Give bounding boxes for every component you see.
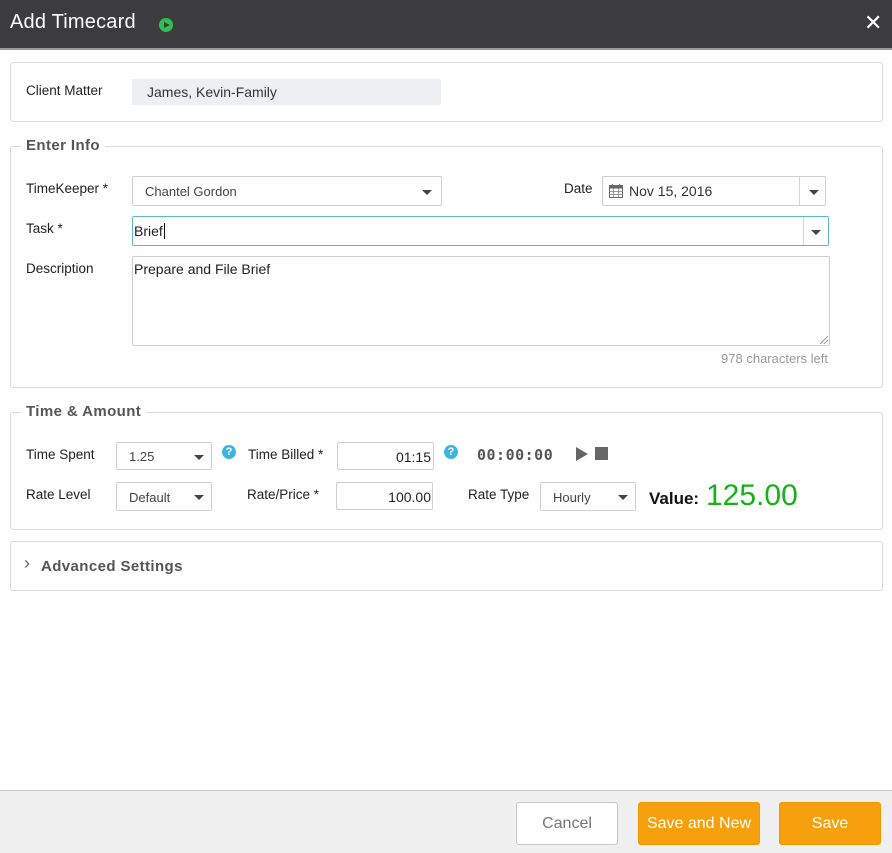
time-amount-panel: Time & Amount Time Spent 1.25 ? Time Bil… bbox=[10, 403, 883, 530]
close-icon[interactable]: ✕ bbox=[864, 12, 882, 34]
timer-display: 00:00:00 bbox=[477, 446, 554, 464]
value-amount: 125.00 bbox=[706, 479, 798, 512]
chevron-down-icon[interactable] bbox=[811, 230, 821, 235]
timer-stop-icon[interactable] bbox=[595, 447, 608, 460]
resize-handle-icon[interactable] bbox=[820, 336, 828, 344]
client-matter-panel: Client Matter James, Kevin-Family bbox=[10, 62, 883, 122]
characters-left: 978 characters left bbox=[721, 351, 828, 366]
rate-price-label: Rate/Price * bbox=[247, 487, 320, 502]
date-value: Nov 15, 2016 bbox=[629, 183, 713, 199]
rate-type-value: Hourly bbox=[553, 490, 591, 505]
save-button[interactable]: Save bbox=[779, 802, 881, 845]
rate-level-label: Rate Level bbox=[26, 487, 91, 502]
timekeeper-value: Chantel Gordon bbox=[145, 184, 237, 199]
time-amount-legend: Time & Amount bbox=[21, 403, 147, 420]
title-bar: Add Timecard ✕ bbox=[0, 0, 892, 50]
task-label: Task * bbox=[26, 221, 63, 236]
time-billed-input[interactable]: 01:15 bbox=[337, 442, 434, 470]
advanced-settings-toggle[interactable]: › Advanced Settings bbox=[10, 541, 883, 591]
text-cursor bbox=[164, 223, 165, 239]
time-spent-label: Time Spent bbox=[26, 447, 95, 462]
chevron-down-icon bbox=[422, 190, 432, 195]
rate-type-label: Rate Type bbox=[468, 487, 530, 502]
chevron-down-icon bbox=[194, 455, 204, 460]
description-value: Prepare and File Brief bbox=[134, 261, 271, 277]
enter-info-panel: Enter Info TimeKeeper * Chantel Gordon D… bbox=[10, 137, 883, 388]
dialog-title: Add Timecard bbox=[10, 11, 136, 33]
dialog-footer: Cancel Save and New Save bbox=[0, 790, 892, 853]
help-icon[interactable]: ? bbox=[222, 445, 236, 459]
time-billed-label: Time Billed * bbox=[248, 447, 324, 462]
advanced-settings-label: Advanced Settings bbox=[41, 558, 183, 575]
date-divider bbox=[799, 177, 800, 205]
enter-info-legend: Enter Info bbox=[21, 137, 105, 154]
rate-price-value: 100.00 bbox=[388, 489, 431, 505]
timekeeper-label: TimeKeeper * bbox=[26, 181, 109, 196]
calendar-icon[interactable] bbox=[609, 184, 623, 198]
client-matter-label: Client Matter bbox=[26, 83, 103, 98]
timer-play-icon[interactable] bbox=[576, 447, 588, 461]
time-billed-value: 01:15 bbox=[395, 449, 431, 465]
task-divider bbox=[803, 217, 804, 245]
rate-level-select[interactable]: Default bbox=[116, 482, 212, 511]
client-matter-text: James, Kevin-Family bbox=[147, 84, 277, 100]
help-icon[interactable]: ? bbox=[444, 445, 458, 459]
date-label: Date bbox=[564, 181, 593, 196]
time-spent-value: 1.25 bbox=[129, 449, 155, 464]
rate-type-select[interactable]: Hourly bbox=[540, 482, 636, 511]
time-spent-select[interactable]: 1.25 bbox=[116, 442, 212, 470]
client-matter-value: James, Kevin-Family bbox=[132, 79, 441, 105]
value-label: Value: bbox=[649, 489, 700, 508]
rate-level-value: Default bbox=[129, 490, 171, 505]
save-and-new-button[interactable]: Save and New bbox=[638, 802, 760, 845]
rate-price-input[interactable]: 100.00 bbox=[336, 482, 433, 510]
chevron-down-icon bbox=[618, 495, 628, 500]
description-textarea[interactable]: Prepare and File Brief bbox=[132, 256, 830, 346]
chevron-down-icon[interactable] bbox=[809, 190, 819, 195]
task-select[interactable]: Brief bbox=[132, 216, 829, 246]
chevron-down-icon bbox=[194, 495, 204, 500]
cancel-button[interactable]: Cancel bbox=[516, 802, 618, 845]
chevron-right-icon: › bbox=[24, 553, 30, 573]
play-icon[interactable] bbox=[159, 18, 173, 32]
description-label: Description bbox=[26, 261, 94, 276]
timekeeper-select[interactable]: Chantel Gordon bbox=[132, 176, 442, 206]
date-picker[interactable]: Nov 15, 2016 bbox=[602, 176, 826, 206]
task-value: Brief bbox=[134, 223, 163, 239]
